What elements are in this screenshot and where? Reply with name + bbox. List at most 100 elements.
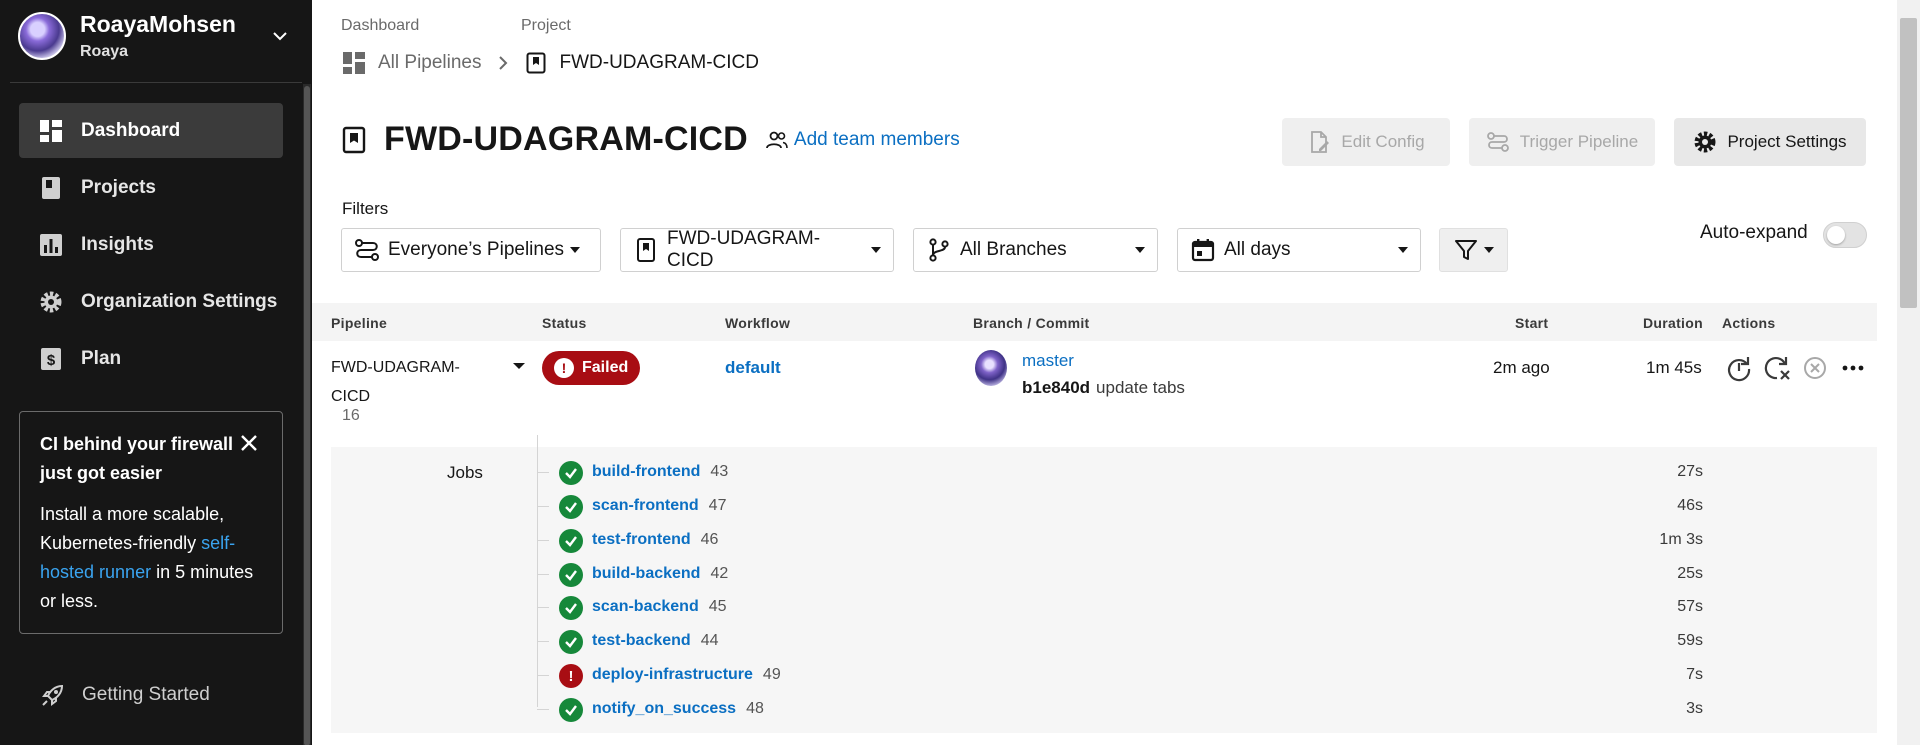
rerun-from-failed-icon[interactable] <box>1762 353 1792 383</box>
job-duration: 59s <box>1677 632 1703 649</box>
success-icon <box>559 461 583 485</box>
job-duration: 25s <box>1677 565 1703 582</box>
table-header: Pipeline Status Workflow Branch / Commit… <box>312 303 1877 341</box>
caret-down-icon <box>1135 247 1145 253</box>
breadcrumb-label-project: Project <box>521 17 571 34</box>
svg-text:$: $ <box>47 352 56 369</box>
pipeline-icon <box>355 239 379 261</box>
add-team-members-button[interactable]: Add team members <box>766 129 960 151</box>
status-badge: ! Failed <box>542 351 640 385</box>
sidebar-scrollbar-thumb[interactable] <box>304 86 310 745</box>
branch-filter-dropdown[interactable]: All Branches <box>913 228 1158 272</box>
project-icon <box>526 52 545 74</box>
job-link[interactable]: deploy-infrastructure 49 <box>592 666 781 684</box>
project-filter-value: FWD-UDAGRAM-CICD <box>667 228 821 271</box>
job-link[interactable]: scan-backend 45 <box>592 598 727 616</box>
job-duration: 57s <box>1677 598 1703 615</box>
column-header-status: Status <box>542 315 587 331</box>
org-switcher[interactable]: RoayaMohsen Roaya <box>18 11 298 60</box>
job-duration: 27s <box>1677 463 1703 480</box>
expand-caret-icon[interactable] <box>513 363 525 369</box>
sidebar-item-label: Plan <box>81 347 122 369</box>
team-icon <box>766 131 788 148</box>
breadcrumb-item-label: All Pipelines <box>378 52 482 73</box>
sidebar-item-label: Organization Settings <box>81 290 278 312</box>
job-duration: 46s <box>1677 497 1703 514</box>
pipeline-number: 16 <box>342 407 360 424</box>
dashboard-icon <box>40 119 62 142</box>
column-header-start: Start <box>1515 315 1549 331</box>
job-link[interactable]: scan-frontend 47 <box>592 497 726 515</box>
job-link[interactable]: test-frontend 46 <box>592 531 718 549</box>
sidebar-item-plan[interactable]: $ Plan <box>19 331 283 386</box>
chevron-right-icon <box>498 56 507 70</box>
commit-sha[interactable]: b1e840d <box>1022 378 1090 397</box>
caret-down-icon <box>570 247 581 253</box>
column-header-pipeline: Pipeline <box>331 315 388 331</box>
add-team-members-label: Add team members <box>793 128 960 150</box>
pipelines-filter-dropdown[interactable]: Everyone’s Pipelines <box>341 228 601 272</box>
success-icon <box>559 698 583 722</box>
job-row: scan-frontend 47 46s <box>331 489 1877 523</box>
auto-expand-toggle[interactable] <box>1823 222 1867 248</box>
breadcrumb-project[interactable]: FWD-UDAGRAM-CICD <box>526 52 759 74</box>
success-icon <box>559 630 583 654</box>
project-filter-dropdown[interactable]: FWD-UDAGRAM-CICD <box>620 228 894 272</box>
sidebar-nav: Dashboard Projects Insights Organization… <box>19 103 283 388</box>
trigger-pipeline-label: Trigger Pipeline <box>1519 132 1639 151</box>
date-filter-dropdown[interactable]: All days <box>1177 228 1421 272</box>
job-row: test-frontend 46 1m 3s <box>331 523 1877 557</box>
sidebar-item-projects[interactable]: Projects <box>19 160 283 215</box>
org-name: RoayaMohsen <box>80 11 236 38</box>
trigger-pipeline-button[interactable]: Trigger Pipeline <box>1469 118 1655 166</box>
page-header: FWD-UDAGRAM-CICD Add team members <box>342 120 960 159</box>
success-icon <box>559 495 583 519</box>
job-link[interactable]: notify_on_success 48 <box>592 700 764 718</box>
project-settings-button[interactable]: Project Settings <box>1674 118 1866 166</box>
failed-icon: ! <box>559 664 583 688</box>
gear-icon <box>40 291 62 312</box>
main-content: Dashboard Project All Pipelines FWD-UDAG… <box>312 0 1902 745</box>
branch-icon <box>929 238 949 262</box>
job-row: notify_on_success 48 3s <box>331 692 1877 726</box>
sidebar-item-insights[interactable]: Insights <box>19 217 283 272</box>
page-scrollbar-thumb[interactable] <box>1900 18 1917 308</box>
breadcrumb-all-pipelines[interactable]: All Pipelines <box>342 51 482 75</box>
promo-body-text: Install a more scalable, Kubernetes-frie… <box>40 504 225 553</box>
promo-title: CI behind your firewall just got easier <box>40 434 234 483</box>
job-link[interactable]: build-backend 42 <box>592 565 728 583</box>
sidebar-item-organization-settings[interactable]: Organization Settings <box>19 274 283 329</box>
rerun-icon[interactable] <box>1724 353 1754 383</box>
more-options-icon[interactable] <box>1838 353 1868 383</box>
project-icon <box>342 126 366 153</box>
breadcrumb: All Pipelines FWD-UDAGRAM-CICD <box>342 51 759 75</box>
close-icon[interactable] <box>240 434 258 452</box>
job-row: build-backend 42 25s <box>331 557 1877 591</box>
column-header-duration: Duration <box>1643 315 1703 331</box>
job-row: build-frontend 43 27s <box>331 455 1877 489</box>
chevron-down-icon[interactable] <box>272 28 288 44</box>
success-icon <box>559 563 583 587</box>
commit-author-avatar <box>975 350 1007 386</box>
sidebar-divider <box>10 82 302 83</box>
getting-started-link[interactable]: Getting Started <box>40 682 210 708</box>
cancel-icon[interactable] <box>1800 353 1830 383</box>
projects-icon <box>42 176 60 199</box>
branch-link[interactable]: master <box>1022 351 1074 371</box>
status-label: Failed <box>582 359 629 376</box>
project-icon <box>637 238 655 262</box>
job-link[interactable]: build-frontend 43 <box>592 463 728 481</box>
insights-icon <box>40 233 62 256</box>
dashboard-icon <box>343 52 365 74</box>
jobs-panel: Jobs build-frontend 43 27s scan-frontend 4… <box>331 435 1877 733</box>
job-link[interactable]: test-backend 44 <box>592 632 719 650</box>
workflow-link[interactable]: default <box>725 358 781 378</box>
edit-config-button[interactable]: Edit Config <box>1282 118 1450 166</box>
file-edit-icon <box>1311 131 1330 153</box>
alert-icon: ! <box>554 358 574 378</box>
success-icon <box>559 596 583 620</box>
more-filters-button[interactable] <box>1439 228 1508 272</box>
commit-info: b1e840d update tabs <box>1022 378 1185 398</box>
sidebar-item-dashboard[interactable]: Dashboard <box>19 103 283 158</box>
sidebar-item-label: Insights <box>81 233 154 255</box>
